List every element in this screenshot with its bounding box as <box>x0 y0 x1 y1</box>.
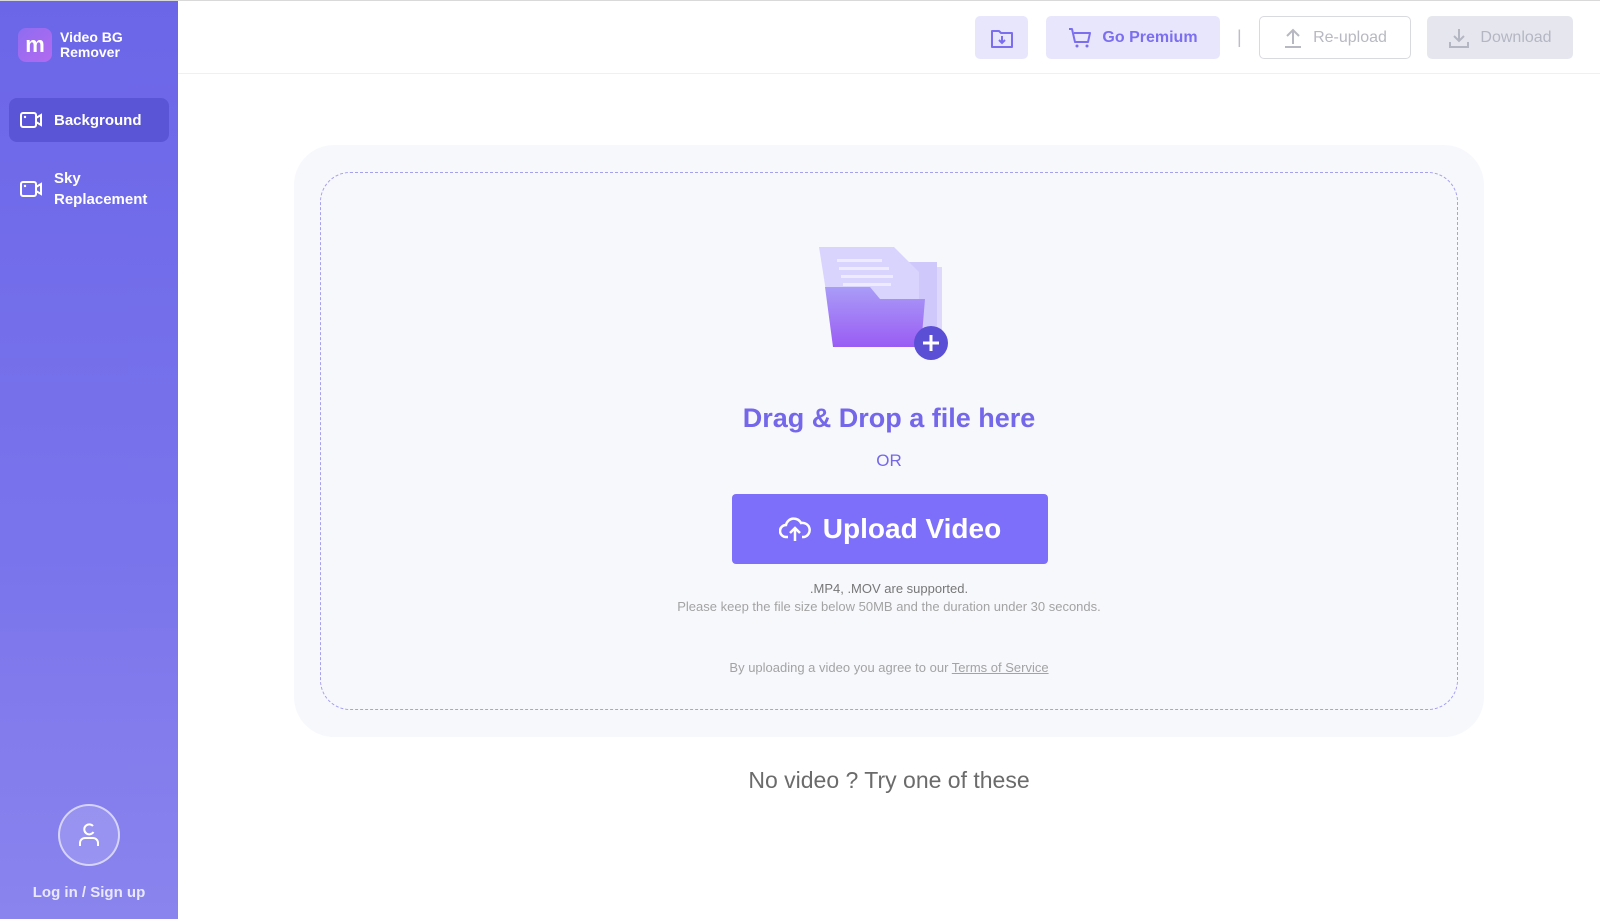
logo-icon: m <box>18 28 52 62</box>
drop-zone[interactable]: Drag & Drop a file here OR Upload Video … <box>320 172 1458 710</box>
go-premium-button[interactable]: Go Premium <box>1046 16 1220 59</box>
sidebar-item-label: Background <box>54 111 142 129</box>
top-toolbar: Go Premium | Re-upload Download <box>178 1 1600 74</box>
reupload-button[interactable]: Re-upload <box>1259 16 1411 59</box>
login-link[interactable]: Log in / Sign up <box>0 884 178 901</box>
sidebar-item-label: Sky Replacement <box>54 170 148 208</box>
sidebar-item-background[interactable]: Background <box>9 98 169 142</box>
folder-add-icon <box>819 247 948 360</box>
sidebar-item-sky-replacement[interactable]: Sky Replacement <box>9 166 169 212</box>
video-icon <box>20 181 42 197</box>
cart-icon <box>1069 27 1092 47</box>
toolbar-separator: | <box>1237 27 1242 47</box>
upload-arrow-icon <box>1285 28 1302 48</box>
file-limits: Please keep the file size below 50MB and… <box>677 599 1101 614</box>
upload-card: Drag & Drop a file here OR Upload Video … <box>294 145 1484 737</box>
sidebar: m Video BG Remover Background Sky Replac… <box>0 1 178 919</box>
or-label: OR <box>876 451 902 470</box>
cloud-upload-icon <box>778 517 811 541</box>
video-icon <box>20 112 42 128</box>
terms-notice: By uploading a video you agree to our Te… <box>729 660 1049 675</box>
download-icon <box>1449 28 1470 48</box>
user-icon <box>79 823 99 846</box>
supported-formats: .MP4, .MOV are supported. <box>809 581 969 596</box>
save-to-folder-button[interactable] <box>975 16 1028 59</box>
drag-drop-title: Drag & Drop a file here <box>742 403 1036 433</box>
download-button[interactable]: Download <box>1427 16 1573 59</box>
app-logo[interactable]: m Video BG Remover <box>18 28 123 62</box>
folder-download-icon <box>990 29 1013 48</box>
login-section[interactable]: Log in / Sign up <box>0 804 178 901</box>
app-name: Video BG Remover <box>60 29 123 60</box>
upload-video-button[interactable]: Upload Video <box>732 494 1048 564</box>
sample-videos-prompt: No video ? Try one of these <box>748 767 1030 793</box>
avatar[interactable] <box>58 804 120 866</box>
terms-of-service-link[interactable]: Terms of Service <box>952 660 1049 675</box>
